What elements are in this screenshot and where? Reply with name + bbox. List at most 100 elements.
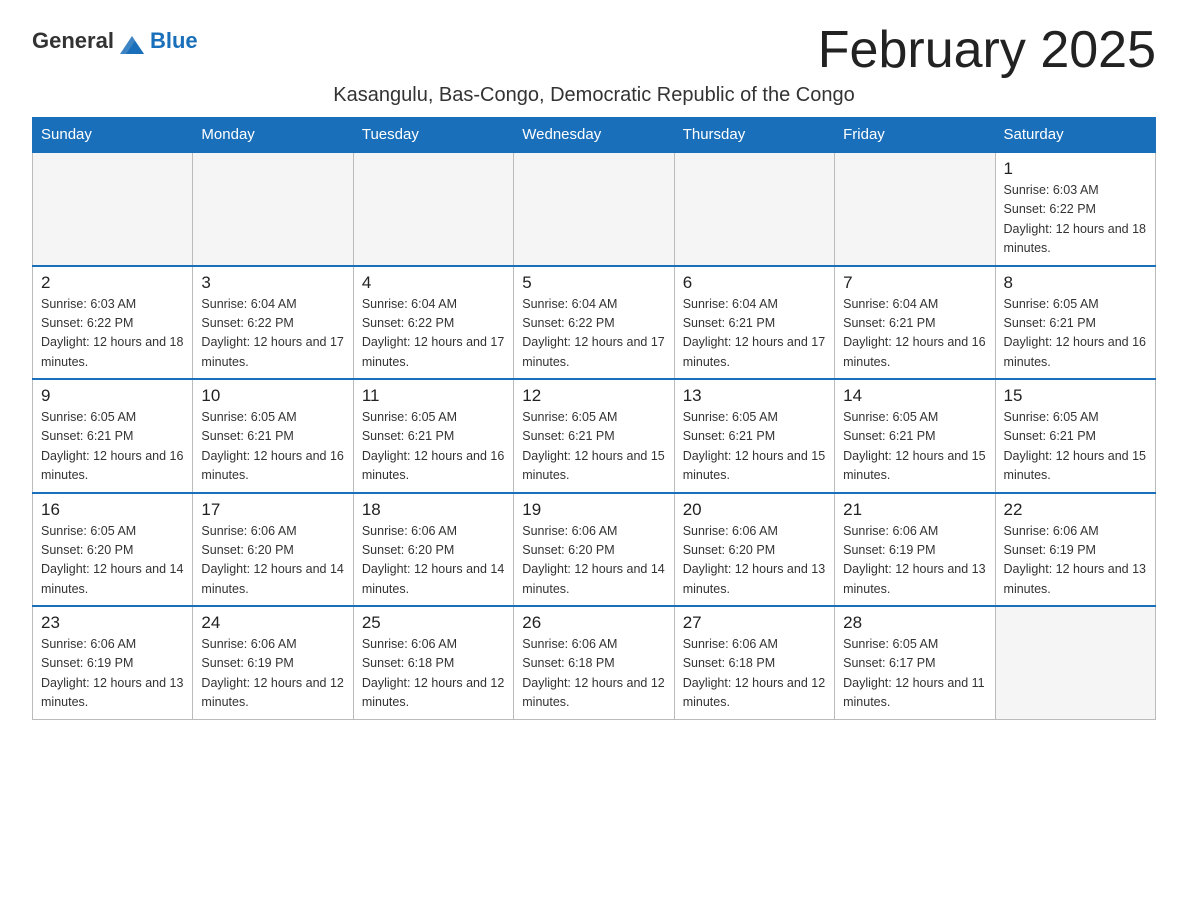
calendar-cell: 26Sunrise: 6:06 AMSunset: 6:18 PMDayligh… <box>514 606 674 719</box>
day-info: Sunrise: 6:06 AMSunset: 6:19 PMDaylight:… <box>41 635 184 713</box>
day-info: Sunrise: 6:04 AMSunset: 6:22 PMDaylight:… <box>522 295 665 373</box>
logo-general-text: General <box>32 28 114 54</box>
day-info: Sunrise: 6:06 AMSunset: 6:18 PMDaylight:… <box>362 635 505 713</box>
column-header-thursday: Thursday <box>674 118 834 153</box>
calendar-cell <box>835 152 995 266</box>
calendar-cell <box>193 152 353 266</box>
day-number: 15 <box>1004 386 1147 406</box>
day-info: Sunrise: 6:05 AMSunset: 6:20 PMDaylight:… <box>41 522 184 600</box>
day-info: Sunrise: 6:05 AMSunset: 6:21 PMDaylight:… <box>1004 295 1147 373</box>
day-number: 2 <box>41 273 184 293</box>
column-header-wednesday: Wednesday <box>514 118 674 153</box>
calendar-cell: 15Sunrise: 6:05 AMSunset: 6:21 PMDayligh… <box>995 379 1155 493</box>
day-info: Sunrise: 6:04 AMSunset: 6:22 PMDaylight:… <box>362 295 505 373</box>
calendar-cell: 19Sunrise: 6:06 AMSunset: 6:20 PMDayligh… <box>514 493 674 607</box>
calendar-cell: 24Sunrise: 6:06 AMSunset: 6:19 PMDayligh… <box>193 606 353 719</box>
calendar-cell: 10Sunrise: 6:05 AMSunset: 6:21 PMDayligh… <box>193 379 353 493</box>
day-info: Sunrise: 6:05 AMSunset: 6:21 PMDaylight:… <box>201 408 344 486</box>
day-info: Sunrise: 6:06 AMSunset: 6:20 PMDaylight:… <box>522 522 665 600</box>
day-number: 3 <box>201 273 344 293</box>
calendar-cell <box>674 152 834 266</box>
day-number: 28 <box>843 613 986 633</box>
calendar-cell <box>995 606 1155 719</box>
calendar-cell: 13Sunrise: 6:05 AMSunset: 6:21 PMDayligh… <box>674 379 834 493</box>
day-info: Sunrise: 6:05 AMSunset: 6:21 PMDaylight:… <box>41 408 184 486</box>
day-info: Sunrise: 6:04 AMSunset: 6:21 PMDaylight:… <box>683 295 826 373</box>
calendar-cell: 18Sunrise: 6:06 AMSunset: 6:20 PMDayligh… <box>353 493 513 607</box>
day-number: 4 <box>362 273 505 293</box>
day-number: 7 <box>843 273 986 293</box>
day-info: Sunrise: 6:03 AMSunset: 6:22 PMDaylight:… <box>41 295 184 373</box>
day-number: 6 <box>683 273 826 293</box>
calendar-cell: 8Sunrise: 6:05 AMSunset: 6:21 PMDaylight… <box>995 266 1155 380</box>
calendar-cell: 25Sunrise: 6:06 AMSunset: 6:18 PMDayligh… <box>353 606 513 719</box>
day-info: Sunrise: 6:05 AMSunset: 6:21 PMDaylight:… <box>522 408 665 486</box>
calendar-cell <box>514 152 674 266</box>
day-number: 5 <box>522 273 665 293</box>
logo-icon <box>116 28 148 60</box>
calendar-table: SundayMondayTuesdayWednesdayThursdayFrid… <box>32 117 1156 720</box>
calendar-cell: 4Sunrise: 6:04 AMSunset: 6:22 PMDaylight… <box>353 266 513 380</box>
day-number: 19 <box>522 500 665 520</box>
location-subtitle: Kasangulu, Bas-Congo, Democratic Republi… <box>32 84 1156 107</box>
calendar-cell: 9Sunrise: 6:05 AMSunset: 6:21 PMDaylight… <box>33 379 193 493</box>
day-number: 1 <box>1004 159 1147 179</box>
calendar-cell: 7Sunrise: 6:04 AMSunset: 6:21 PMDaylight… <box>835 266 995 380</box>
day-number: 21 <box>843 500 986 520</box>
calendar-cell: 27Sunrise: 6:06 AMSunset: 6:18 PMDayligh… <box>674 606 834 719</box>
week-row-2: 2Sunrise: 6:03 AMSunset: 6:22 PMDaylight… <box>33 266 1156 380</box>
day-number: 23 <box>41 613 184 633</box>
calendar-cell: 16Sunrise: 6:05 AMSunset: 6:20 PMDayligh… <box>33 493 193 607</box>
page-header: General Blue February 2025 <box>32 24 1156 76</box>
day-info: Sunrise: 6:06 AMSunset: 6:19 PMDaylight:… <box>843 522 986 600</box>
day-number: 13 <box>683 386 826 406</box>
calendar-cell: 11Sunrise: 6:05 AMSunset: 6:21 PMDayligh… <box>353 379 513 493</box>
calendar-cell: 23Sunrise: 6:06 AMSunset: 6:19 PMDayligh… <box>33 606 193 719</box>
column-header-friday: Friday <box>835 118 995 153</box>
calendar-header-row: SundayMondayTuesdayWednesdayThursdayFrid… <box>33 118 1156 153</box>
week-row-4: 16Sunrise: 6:05 AMSunset: 6:20 PMDayligh… <box>33 493 1156 607</box>
column-header-saturday: Saturday <box>995 118 1155 153</box>
day-info: Sunrise: 6:05 AMSunset: 6:21 PMDaylight:… <box>1004 408 1147 486</box>
logo-blue-text: Blue <box>150 28 198 54</box>
day-info: Sunrise: 6:05 AMSunset: 6:17 PMDaylight:… <box>843 635 986 713</box>
week-row-1: 1Sunrise: 6:03 AMSunset: 6:22 PMDaylight… <box>33 152 1156 266</box>
day-number: 8 <box>1004 273 1147 293</box>
day-number: 14 <box>843 386 986 406</box>
calendar-cell: 14Sunrise: 6:05 AMSunset: 6:21 PMDayligh… <box>835 379 995 493</box>
calendar-cell: 28Sunrise: 6:05 AMSunset: 6:17 PMDayligh… <box>835 606 995 719</box>
day-info: Sunrise: 6:06 AMSunset: 6:18 PMDaylight:… <box>522 635 665 713</box>
week-row-5: 23Sunrise: 6:06 AMSunset: 6:19 PMDayligh… <box>33 606 1156 719</box>
day-info: Sunrise: 6:06 AMSunset: 6:20 PMDaylight:… <box>362 522 505 600</box>
calendar-cell: 6Sunrise: 6:04 AMSunset: 6:21 PMDaylight… <box>674 266 834 380</box>
day-info: Sunrise: 6:03 AMSunset: 6:22 PMDaylight:… <box>1004 181 1147 259</box>
calendar-cell: 12Sunrise: 6:05 AMSunset: 6:21 PMDayligh… <box>514 379 674 493</box>
calendar-cell: 20Sunrise: 6:06 AMSunset: 6:20 PMDayligh… <box>674 493 834 607</box>
day-info: Sunrise: 6:05 AMSunset: 6:21 PMDaylight:… <box>362 408 505 486</box>
day-number: 20 <box>683 500 826 520</box>
day-number: 26 <box>522 613 665 633</box>
calendar-cell <box>353 152 513 266</box>
calendar-cell: 5Sunrise: 6:04 AMSunset: 6:22 PMDaylight… <box>514 266 674 380</box>
day-info: Sunrise: 6:05 AMSunset: 6:21 PMDaylight:… <box>843 408 986 486</box>
calendar-cell <box>33 152 193 266</box>
column-header-tuesday: Tuesday <box>353 118 513 153</box>
calendar-cell: 2Sunrise: 6:03 AMSunset: 6:22 PMDaylight… <box>33 266 193 380</box>
day-info: Sunrise: 6:06 AMSunset: 6:19 PMDaylight:… <box>201 635 344 713</box>
day-number: 18 <box>362 500 505 520</box>
day-info: Sunrise: 6:06 AMSunset: 6:19 PMDaylight:… <box>1004 522 1147 600</box>
month-title: February 2025 <box>818 24 1156 76</box>
calendar-cell: 22Sunrise: 6:06 AMSunset: 6:19 PMDayligh… <box>995 493 1155 607</box>
day-number: 24 <box>201 613 344 633</box>
day-number: 17 <box>201 500 344 520</box>
calendar-cell: 21Sunrise: 6:06 AMSunset: 6:19 PMDayligh… <box>835 493 995 607</box>
day-number: 10 <box>201 386 344 406</box>
day-number: 25 <box>362 613 505 633</box>
day-number: 22 <box>1004 500 1147 520</box>
calendar-cell: 3Sunrise: 6:04 AMSunset: 6:22 PMDaylight… <box>193 266 353 380</box>
day-info: Sunrise: 6:06 AMSunset: 6:20 PMDaylight:… <box>683 522 826 600</box>
day-number: 12 <box>522 386 665 406</box>
week-row-3: 9Sunrise: 6:05 AMSunset: 6:21 PMDaylight… <box>33 379 1156 493</box>
day-number: 27 <box>683 613 826 633</box>
calendar-cell: 1Sunrise: 6:03 AMSunset: 6:22 PMDaylight… <box>995 152 1155 266</box>
